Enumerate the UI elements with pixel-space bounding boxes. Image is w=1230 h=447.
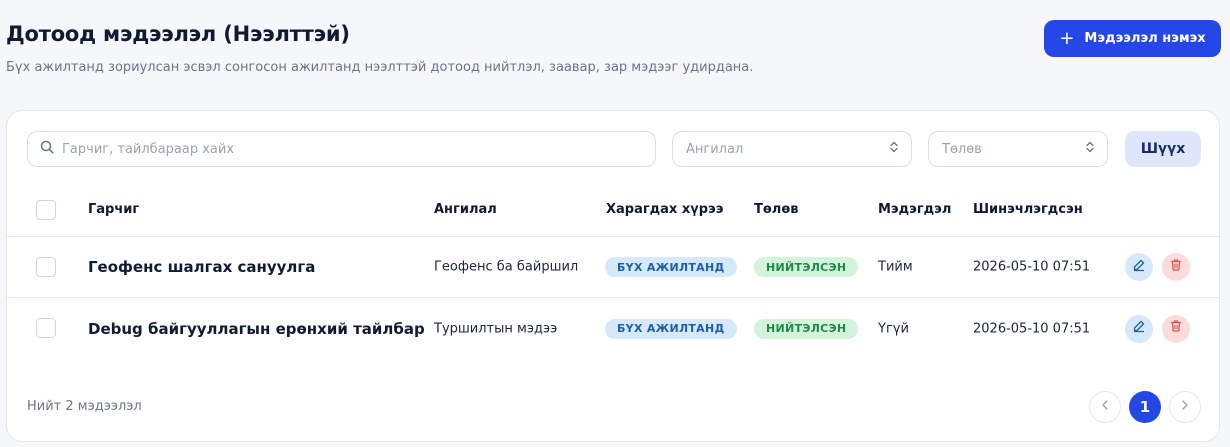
edit-button[interactable] [1125,253,1153,281]
table-row: Геофенс шалгах сануулга Геофенс ба байрш… [7,237,1219,298]
column-header-status: Төлөв [754,202,799,217]
row-notify: Тийм [878,259,913,275]
filter-button[interactable]: Шүүх [1125,131,1201,167]
category-select[interactable]: Ангилал [672,131,912,167]
trash-icon [1169,319,1183,338]
column-header-category: Ангилал [434,202,497,217]
add-info-button-label: Мэдээлэл нэмэх [1084,31,1206,46]
page-number-button[interactable]: 1 [1129,391,1161,423]
trash-icon [1169,258,1183,277]
total-count: Нийт 2 мэдээлэл [27,399,142,414]
edit-button[interactable] [1125,314,1153,343]
edit-icon [1132,258,1146,277]
row-title[interactable]: Debug байгууллагын ерөнхий тайлбар [88,320,425,338]
status-badge: НИЙТЭЛСЭН [754,257,859,277]
chevron-updown-icon [889,141,899,157]
page-subtitle: Бүх ажилтанд зориулсан эсвэл сонгосон аж… [6,60,754,75]
status-select[interactable]: Төлөв [928,131,1108,167]
category-select-placeholder: Ангилал [686,141,744,157]
column-header-audience: Харагдах хүрээ [606,202,724,217]
table-row: Debug байгууллагын ерөнхий тайлбар Турши… [7,298,1219,359]
column-header-updated: Шинэчлэгдсэн [973,202,1083,217]
audience-badge: БҮХ АЖИЛТАНД [605,257,737,277]
chevron-right-icon [1181,398,1189,416]
select-all-checkbox[interactable] [36,200,56,220]
row-checkbox[interactable] [36,257,56,277]
column-header-notify: Мэдэгдэл [878,202,952,217]
table-header: Гарчиг Ангилал Харагдах хүрээ Төлөв Мэдэ… [7,184,1219,237]
info-table-card: Ангилал Төлөв Шүүх Гарчиг Ангилал Харагд… [6,110,1220,442]
search-icon [40,140,54,159]
chevron-updown-icon [1085,141,1095,157]
next-page-button[interactable] [1169,391,1201,423]
delete-button[interactable] [1162,314,1190,343]
status-badge: НИЙТЭЛСЭН [754,318,859,339]
row-notify: Үгүй [878,321,909,336]
search-box[interactable] [27,131,656,167]
status-select-placeholder: Төлөв [942,141,982,157]
row-updated: 2026-05-10 07:51 [973,259,1091,275]
add-info-button[interactable]: + Мэдээлэл нэмэх [1044,20,1221,57]
row-title[interactable]: Геофенс шалгах сануулга [88,258,315,276]
edit-icon [1132,319,1146,338]
page-title: Дотоод мэдээлэл (Нээлттэй) [6,22,350,46]
column-header-title: Гарчиг [88,202,140,217]
search-input[interactable] [62,141,622,157]
row-category: Геофенс ба байршил [434,259,579,275]
row-updated: 2026-05-10 07:51 [973,321,1091,336]
chevron-left-icon [1101,398,1109,416]
audience-badge: БҮХ АЖИЛТАНД [605,318,737,339]
row-category: Туршилтын мэдээ [434,321,558,336]
row-checkbox[interactable] [36,318,56,338]
plus-icon: + [1059,27,1075,49]
delete-button[interactable] [1162,253,1190,281]
prev-page-button[interactable] [1089,391,1121,423]
